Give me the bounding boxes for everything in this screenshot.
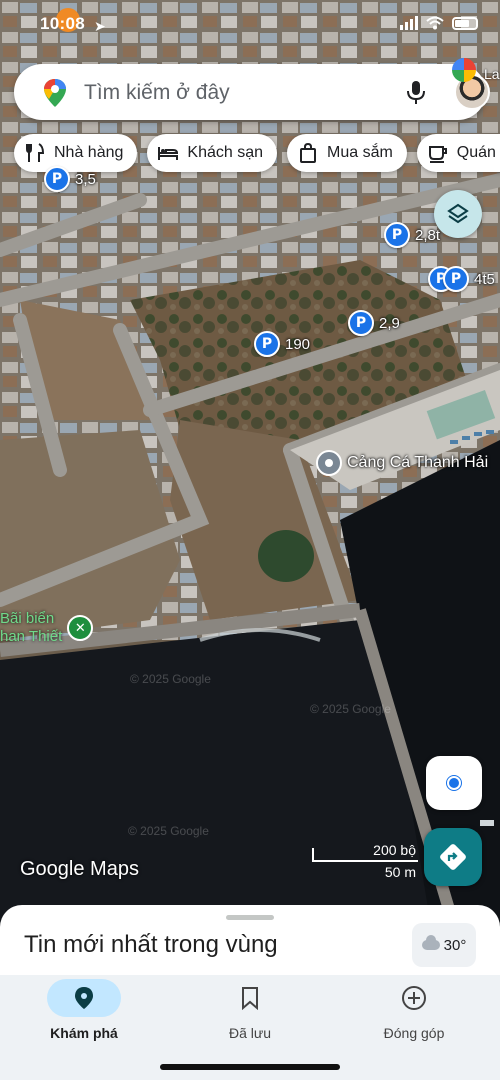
status-icons <box>400 16 478 30</box>
scale-meters: 50 m <box>384 864 416 880</box>
location-pin-icon <box>75 987 93 1009</box>
parking-marker[interactable]: P 190 <box>254 331 310 357</box>
drag-handle[interactable] <box>226 915 274 920</box>
wifi-icon <box>426 16 444 30</box>
chip-label: Nhà hàng <box>54 144 124 161</box>
directions-button[interactable] <box>424 828 482 886</box>
my-location-button[interactable] <box>426 756 482 810</box>
parking-marker[interactable]: P P 4t5 <box>428 266 495 292</box>
battery-icon <box>452 16 478 30</box>
microphone-icon[interactable] <box>402 78 430 106</box>
poi-label: 2,8t <box>415 226 441 244</box>
map-watermark: © 2025 Google <box>310 702 391 716</box>
chip-label: Mua sắm <box>327 144 393 161</box>
map-watermark: © 2025 Google <box>130 672 211 686</box>
chip-shopping[interactable]: Mua sắm <box>287 134 407 172</box>
nav-label: Khám phá <box>50 1025 118 1041</box>
temperature: 30° <box>443 936 467 954</box>
beach-umbrella-icon: ✕ <box>67 615 94 641</box>
bottom-sheet[interactable]: Tin mới nhất trong vùng 30° <box>0 905 500 980</box>
weather-chip[interactable]: 30° <box>412 923 476 967</box>
nav-label: Đã lưu <box>228 1025 272 1041</box>
harbor-icon <box>316 450 342 476</box>
plus-circle-icon <box>402 986 426 1010</box>
parking-marker[interactable]: P 2,8t <box>384 222 440 248</box>
signal-icon <box>400 16 418 30</box>
nav-explore[interactable]: Khám phá <box>14 979 154 1049</box>
chip-label: Quán cà phê <box>456 144 500 161</box>
shopping-bag-icon <box>300 142 316 163</box>
layers-icon <box>447 203 469 224</box>
cloud-icon <box>421 935 440 950</box>
nav-saved[interactable]: Đã lưu <box>180 979 320 1049</box>
map-label-corner: La <box>484 66 500 82</box>
parking-icon: P <box>254 331 280 357</box>
parking-icon: P <box>443 266 469 292</box>
sheet-title: Tin mới nhất trong vùng <box>24 931 278 958</box>
map-watermark: © 2025 Google <box>128 824 209 838</box>
nav-contribute[interactable]: Đóng góp <box>344 979 484 1049</box>
chip-label: Khách sạn <box>187 144 263 161</box>
location-dot-icon <box>447 776 461 790</box>
google-maps-attribution: Google Maps <box>20 858 139 880</box>
port-marker[interactable]: Cảng Cá Thanh Hải <box>316 450 488 476</box>
google-maps-pin-icon <box>44 79 66 107</box>
poi-label: 190 <box>285 335 311 353</box>
beach-marker[interactable]: Bãi biển han Thiết ✕ <box>0 610 94 646</box>
scale-feet: 200 bộ <box>373 842 416 858</box>
poi-label: 4t5 <box>474 270 495 288</box>
corner-badge-icon <box>452 58 476 82</box>
poi-label: 3,5 <box>75 170 96 188</box>
chip-coffee[interactable]: Quán cà phê <box>416 134 500 172</box>
parking-icon: P <box>384 222 410 248</box>
beach-label: Bãi biển han Thiết <box>0 610 63 645</box>
map-scale: 200 bộ 50 m <box>312 842 420 882</box>
bookmark-icon <box>242 987 258 1010</box>
parking-marker[interactable]: P 3,5 <box>44 166 96 192</box>
parking-icon: P <box>348 310 374 336</box>
status-time: 10:08 <box>40 14 85 33</box>
fork-knife-icon <box>26 143 45 162</box>
nav-label: Đóng góp <box>383 1025 445 1041</box>
location-arrow-icon: ➤ <box>94 18 106 34</box>
search-input[interactable]: Tìm kiếm ở đây <box>84 81 230 105</box>
parking-icon: P <box>44 166 70 192</box>
poi-label: 2,9 <box>379 314 400 332</box>
port-label: Cảng Cá Thanh Hải <box>347 454 489 471</box>
search-bar[interactable]: Tìm kiếm ở đây <box>14 64 490 120</box>
status-bar: 10:08 ➤ <box>0 0 500 46</box>
parking-marker[interactable]: P 2,9 <box>348 310 400 336</box>
map-view[interactable]: 10:08 ➤ Tìm kiếm ở đây La Nhà hàng Khách… <box>0 0 500 980</box>
bed-icon <box>158 147 179 160</box>
chip-hotels[interactable]: Khách sạn <box>147 134 277 172</box>
directions-icon <box>440 844 466 870</box>
home-indicator[interactable] <box>160 1064 340 1070</box>
coffee-cup-icon <box>428 146 447 163</box>
layers-button[interactable] <box>434 190 482 238</box>
